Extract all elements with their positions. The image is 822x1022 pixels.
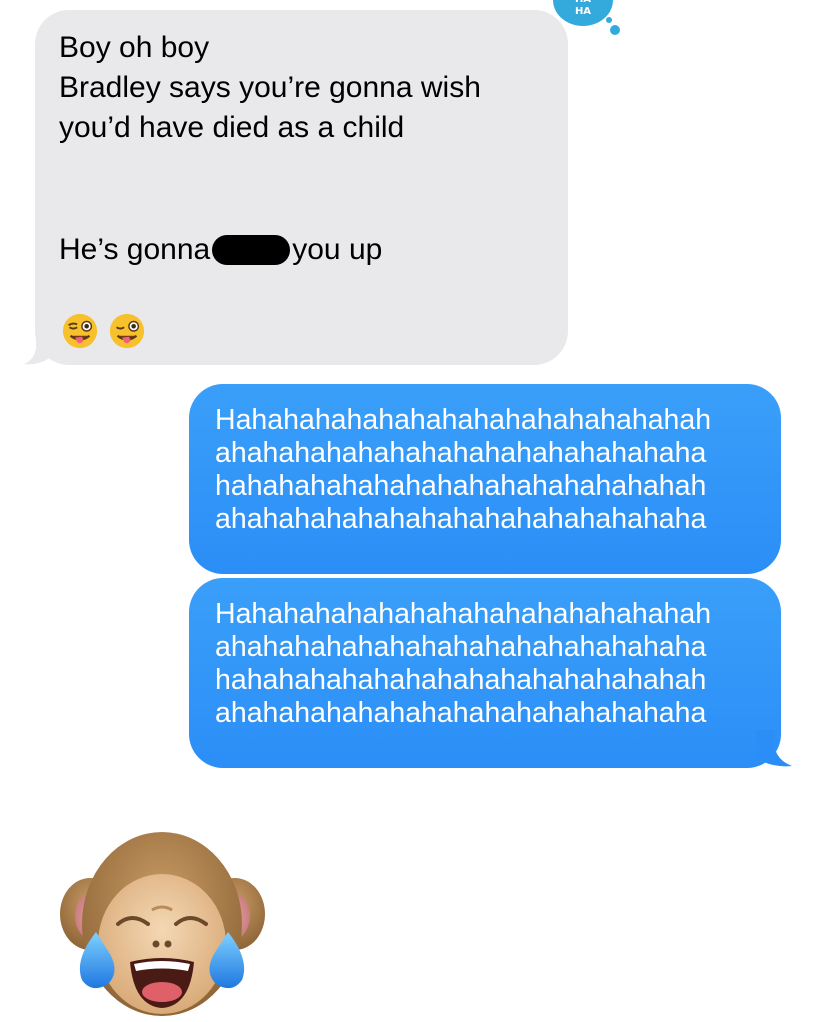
sent-message-line: Hahahahahahahahahahahahahahahah	[215, 404, 712, 436]
received-message-line: Boy oh boy	[59, 31, 210, 64]
sent-message-bubble[interactable]: Hahahahahahahahahahahahahahahah ahahahah…	[189, 384, 781, 574]
received-message-line-redacted: He’s gonna you up	[59, 230, 382, 270]
winking-tongue-emoji-icon	[62, 313, 98, 349]
winking-tongue-emoji-icon	[109, 313, 145, 349]
received-message-line: you’d have died as a child	[59, 111, 405, 144]
sent-message-line: hahahahahahahahahahahahahahahah	[215, 664, 707, 696]
svg-text:HA: HA	[575, 6, 591, 17]
sent-message-line: Hahahahahahahahahahahahahahahah	[215, 598, 712, 630]
received-message-line: Bradley says you’re gonna wish	[59, 71, 481, 104]
received-bubble-tail	[24, 330, 52, 365]
sent-message-line: hahahahahahahahahahahahahahahah	[215, 470, 707, 502]
sent-message-bubble[interactable]: Hahahahahahahahahahahahahahahah ahahahah…	[189, 578, 781, 768]
sent-message-line: ahahahahahahahahahahahahahahaha	[215, 697, 707, 729]
sent-bubble-tail	[756, 730, 792, 767]
received-text-after-redaction: you up	[292, 233, 383, 266]
redaction-mark	[212, 235, 291, 265]
crying-laughing-monkey-memoji-icon[interactable]	[60, 832, 265, 1022]
haha-tapback-icon[interactable]: HA HA	[545, 0, 625, 50]
received-text-before-redaction: He’s gonna	[59, 233, 211, 266]
sent-message-line: ahahahahahahahahahahahahahahaha	[215, 631, 707, 663]
sent-message-line: ahahahahahahahahahahahahahahaha	[215, 437, 707, 469]
svg-text:HA: HA	[575, 0, 591, 5]
sent-message-line: ahahahahahahahahahahahahahahaha	[215, 503, 707, 535]
